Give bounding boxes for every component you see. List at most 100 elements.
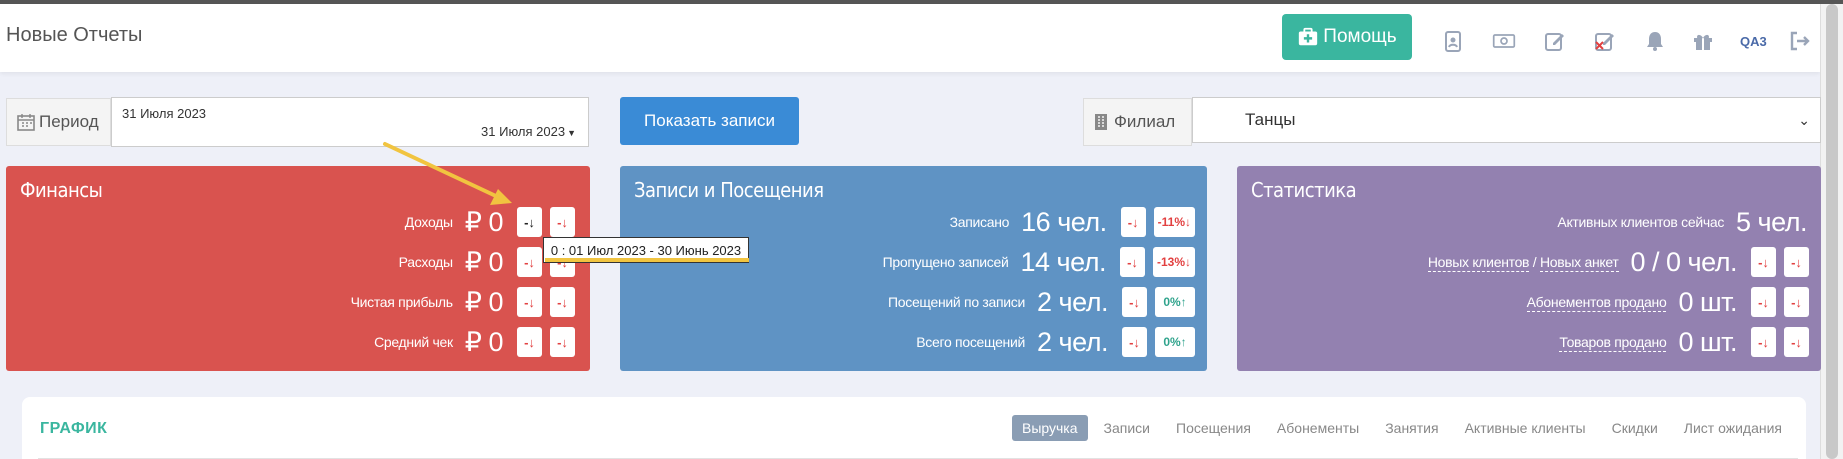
row-value: 16 чел. (1021, 206, 1107, 237)
compare-chip[interactable]: 0%↑ (1155, 287, 1195, 317)
gift-icon[interactable] (1690, 28, 1716, 54)
help-button[interactable]: Помощь (1282, 14, 1412, 60)
row-value: ₽ 0 (464, 206, 504, 237)
row-label: Пропущено записей (882, 254, 1009, 270)
page-scrollbar[interactable] (1820, 4, 1843, 459)
subscriptions-sold-link[interactable]: Абонементов продано (1526, 294, 1667, 312)
first-aid-icon (1299, 27, 1318, 46)
branch-select[interactable]: Танцы ⌄ (1192, 97, 1821, 143)
records-row-visits-by-booking: Посещений по записи 2 чел. -↓ 0%↑ (888, 286, 1195, 318)
branch-select-value: Танцы (1245, 110, 1296, 129)
label-separator: / (1529, 254, 1540, 270)
period-label-text: Период (39, 112, 99, 131)
graph-title: ГРАФИК (40, 420, 108, 437)
row-label: Всего посещений (916, 334, 1026, 350)
row-label: Доходы (404, 214, 453, 230)
branch-label-text: Филиал (1114, 112, 1176, 131)
tab-classes[interactable]: Занятия (1375, 415, 1448, 441)
caret-down-icon: ▼ (567, 128, 576, 138)
compare-chip[interactable]: -↓ (550, 207, 575, 237)
stats-card-title: Статистика (1251, 178, 1357, 202)
new-clients-link[interactable]: Новых клиентов (1427, 254, 1530, 272)
compare-chip[interactable]: -13%↓ (1152, 247, 1195, 277)
row-value: 0 шт. (1678, 326, 1737, 357)
row-label: Записано (949, 214, 1010, 230)
edit-cancel-icon[interactable] (1592, 28, 1618, 54)
period-start-date: 31 Июля 2023 (122, 106, 207, 121)
show-records-button[interactable]: Показать записи (620, 97, 799, 145)
finance-row-avg-check: Средний чек ₽ 0 -↓ -↓ (374, 326, 575, 358)
compare-chip[interactable]: -↓ (550, 287, 575, 317)
compare-chip[interactable]: -↓ (1751, 327, 1776, 357)
calendar-icon (17, 114, 35, 131)
row-value: 5 чел. (1736, 206, 1807, 237)
tab-discounts[interactable]: Скидки (1602, 415, 1668, 441)
row-value: 14 чел. (1020, 246, 1107, 277)
stats-row-new-clients: Новых клиентов / Новых анкет 0 / 0 чел. … (1427, 246, 1809, 278)
finance-row-profit: Чистая прибыль ₽ 0 -↓ -↓ (351, 286, 575, 318)
tab-revenue[interactable]: Выручка (1011, 415, 1088, 441)
row-label: Чистая прибыль (350, 294, 454, 310)
row-value: 0 / 0 чел. (1630, 246, 1738, 277)
row-value: 0 шт. (1678, 286, 1737, 317)
header-bar: Новые Отчеты Помощь QA3 (0, 4, 1820, 72)
row-label: Товаров продано (1559, 334, 1667, 352)
stats-row-subscriptions-sold: Абонементов продано 0 шт. -↓ -↓ (1526, 286, 1809, 318)
compare-chip[interactable]: -↓ (517, 207, 542, 237)
chevron-down-icon: ⌄ (1798, 112, 1810, 128)
row-value: ₽ 0 (464, 326, 504, 357)
clipboard-user-icon[interactable] (1440, 28, 1466, 54)
stats-row-goods-sold: Товаров продано 0 шт. -↓ -↓ (1559, 326, 1809, 358)
compare-chip[interactable]: -↓ (1122, 327, 1147, 357)
tab-waitlist[interactable]: Лист ожидания (1674, 415, 1792, 441)
compare-chip[interactable]: -↓ (1784, 287, 1809, 317)
tab-visits[interactable]: Посещения (1166, 415, 1261, 441)
row-label: Посещений по записи (888, 294, 1026, 310)
compare-chip[interactable]: -↓ (517, 247, 542, 277)
new-forms-link[interactable]: Новых анкет (1539, 254, 1619, 272)
period-date-range-input[interactable]: 31 Июля 2023 31 Июля 2023 ▼ (111, 97, 589, 147)
compare-chip[interactable]: -↓ (1119, 247, 1145, 277)
compare-chip[interactable]: -↓ (517, 287, 542, 317)
compare-chip[interactable]: -↓ (550, 327, 575, 357)
annotation-underline (545, 258, 749, 262)
compare-chip[interactable]: -↓ (1751, 287, 1776, 317)
edit-icon[interactable] (1542, 28, 1568, 54)
help-button-label: Помощь (1323, 26, 1397, 47)
records-row-missed: Пропущено записей 14 чел. -↓ -13%↓ (883, 246, 1195, 278)
goods-sold-link[interactable]: Товаров продано (1559, 334, 1667, 352)
period-end-date-text: 31 Июля 2023 (481, 124, 566, 139)
compare-chip[interactable]: -↓ (1784, 247, 1809, 277)
graph-panel: ГРАФИК Выручка Записи Посещения Абонемен… (22, 397, 1806, 459)
compare-chip[interactable]: -↓ (1784, 327, 1809, 357)
finance-card: Финансы Доходы ₽ 0 -↓ -↓ Расходы ₽ 0 -↓ … (6, 166, 590, 371)
row-value: 2 чел. (1037, 286, 1108, 317)
row-value: ₽ 0 (464, 286, 504, 317)
bell-icon[interactable] (1642, 28, 1668, 54)
row-label: Активных клиентов сейчас (1557, 214, 1725, 230)
finance-row-income: Доходы ₽ 0 -↓ -↓ (405, 206, 575, 238)
row-value: 2 чел. (1037, 326, 1108, 357)
compare-chip[interactable]: -↓ (517, 327, 542, 357)
user-code[interactable]: QA3 (1740, 34, 1767, 49)
tab-records[interactable]: Записи (1094, 415, 1160, 441)
records-card-title: Записи и Посещения (634, 178, 824, 202)
records-row-booked: Записано 16 чел. -↓ -11%↓ (950, 206, 1195, 238)
stats-row-active-clients: Активных клиентов сейчас 5 чел. (1557, 206, 1809, 238)
logout-icon[interactable] (1786, 28, 1812, 54)
money-icon[interactable] (1489, 28, 1519, 54)
tab-subscriptions[interactable]: Абонементы (1267, 415, 1369, 441)
branch-label: Филиал (1083, 98, 1192, 146)
row-label: Расходы (398, 254, 453, 270)
finance-card-title: Финансы (20, 178, 103, 202)
tab-active-clients[interactable]: Активные клиенты (1455, 415, 1596, 441)
compare-chip[interactable]: -↓ (1120, 207, 1146, 237)
scrollbar-thumb[interactable] (1826, 4, 1838, 459)
period-end-date[interactable]: 31 Июля 2023 ▼ (481, 124, 576, 139)
row-label: Абонементов продано (1526, 294, 1667, 312)
compare-chip[interactable]: -11%↓ (1153, 207, 1195, 237)
row-value: ₽ 0 (464, 246, 504, 277)
compare-chip[interactable]: -↓ (1122, 287, 1147, 317)
compare-chip[interactable]: 0%↑ (1155, 327, 1195, 357)
compare-chip[interactable]: -↓ (1751, 247, 1776, 277)
